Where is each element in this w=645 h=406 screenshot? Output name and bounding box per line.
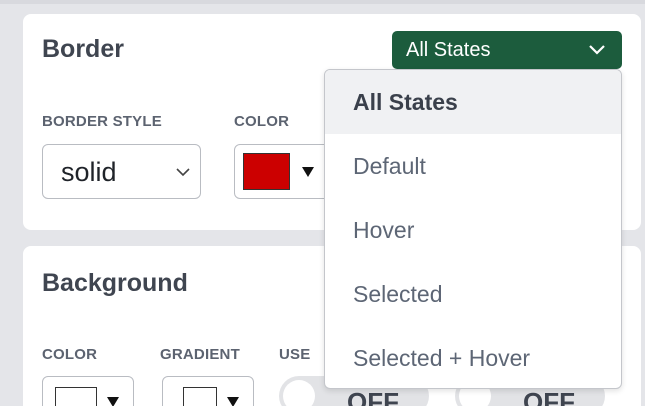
border-color-label: COLOR [234, 113, 290, 130]
background-panel-title: Background [42, 269, 188, 297]
chevron-down-icon [589, 45, 605, 55]
second-toggle-text: OFF [523, 387, 575, 406]
background-color-swatch [55, 387, 97, 406]
border-style-label: BORDER STYLE [42, 113, 162, 130]
dropdown-option-selected[interactable]: Selected [325, 262, 621, 326]
toggle-knob [283, 380, 315, 406]
background-color-label: COLOR [42, 346, 98, 363]
gradient-label: GRADIENT [160, 346, 240, 363]
border-style-select[interactable]: solid [42, 144, 201, 199]
dropdown-option-default[interactable]: Default [325, 134, 621, 198]
caret-down-icon [107, 397, 119, 406]
use-toggle-text: OFF [347, 387, 399, 406]
dropdown-option-hover[interactable]: Hover [325, 198, 621, 262]
state-selector-label: All States [406, 39, 491, 61]
border-panel-title: Border [42, 35, 124, 63]
chevron-down-icon [176, 168, 190, 177]
top-strip [0, 0, 645, 4]
state-dropdown-menu: All States Default Hover Selected Select… [324, 69, 622, 389]
border-style-value: solid [61, 157, 117, 187]
dropdown-option-all-states[interactable]: All States [325, 70, 621, 134]
border-color-picker[interactable] [234, 144, 334, 199]
caret-down-icon [302, 167, 314, 177]
gradient-picker[interactable] [162, 376, 254, 406]
border-color-swatch [243, 153, 290, 190]
use-label: USE [279, 346, 311, 363]
background-color-picker[interactable] [42, 376, 134, 406]
dropdown-option-selected-hover[interactable]: Selected + Hover [325, 326, 621, 388]
gradient-swatch [183, 387, 217, 406]
state-selector-button[interactable]: All States [392, 31, 622, 69]
caret-down-icon [227, 397, 239, 406]
